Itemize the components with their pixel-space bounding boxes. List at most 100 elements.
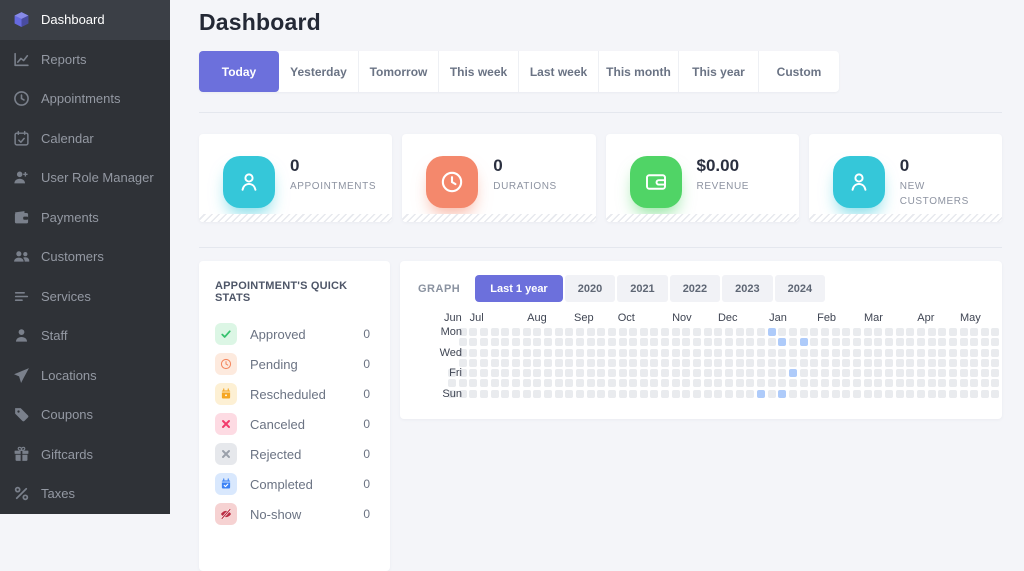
graph-tab-last-1-year[interactable]: Last 1 year (475, 275, 563, 302)
heatmap-cell (874, 369, 883, 378)
heatmap-cell (511, 369, 520, 378)
heatmap-cell (458, 338, 467, 347)
heatmap-cell (980, 328, 989, 336)
graph-tab-2021[interactable]: 2021 (617, 275, 668, 302)
heatmap-cell (682, 369, 691, 378)
heatmap-cell (618, 358, 627, 367)
heatmap-cell (682, 338, 691, 347)
filter-tab-tomorrow[interactable]: Tomorrow (359, 51, 439, 92)
heatmap-cell (842, 379, 851, 388)
graph-tab-2022[interactable]: 2022 (669, 275, 721, 302)
heatmap-cell (927, 369, 936, 378)
heatmap-cell (980, 369, 989, 378)
heatmap-cell (490, 328, 499, 336)
quick-stat-row-completed: Completed 0 (215, 473, 374, 495)
heatmap-cell (884, 369, 893, 378)
heatmap-cell (575, 369, 584, 378)
filter-tab-this-year[interactable]: This year (679, 51, 759, 92)
heatmap-cell (820, 358, 829, 367)
heatmap-cell (565, 358, 574, 367)
heatmap-cell (938, 348, 947, 357)
heatmap-cell (725, 369, 734, 378)
heatmap-cell (618, 328, 627, 336)
heatmap-cell (789, 338, 797, 347)
stat-card-text: 0 APPOINTMENTS (290, 156, 376, 194)
heatmap-cell (479, 358, 488, 367)
graph-tab-2020[interactable]: 2020 (564, 275, 616, 302)
graph-year-tabs: Last 1 year 2020 2021 2022 2023 2024 (475, 275, 826, 302)
graph-tab-2024[interactable]: 2024 (774, 275, 826, 302)
graph-tab-2023[interactable]: 2023 (722, 275, 773, 302)
sidebar-item-calendar[interactable]: Calendar (0, 119, 170, 159)
heatmap-cell (703, 348, 712, 357)
heatmap-cell (874, 379, 883, 388)
heatmap-cell (714, 338, 723, 347)
heatmap-cell (852, 369, 861, 378)
heatmap-cell (618, 389, 627, 398)
sidebar-item-customers[interactable]: Customers (0, 237, 170, 277)
sidebar-item-staff[interactable]: Staff (0, 316, 170, 356)
heatmap-cell (906, 389, 915, 398)
wallet-icon (13, 209, 30, 226)
heatmap-cell (522, 379, 531, 388)
person-icon (13, 327, 30, 344)
sidebar-item-taxes[interactable]: Taxes (0, 474, 170, 514)
heatmap-cell (661, 379, 670, 388)
heatmap-cell (820, 348, 829, 357)
user-outline-icon (223, 156, 275, 208)
graph-label: GRAPH (418, 282, 461, 295)
heatmap-cell (725, 389, 734, 398)
heatmap-cell (543, 389, 552, 398)
heatmap-month-label: Dec (717, 312, 738, 324)
quick-stat-label: No-show (250, 506, 302, 522)
gift-icon (13, 446, 30, 463)
heatmap-cell (725, 358, 734, 367)
heatmap-cell (842, 328, 851, 336)
heatmap-cell (959, 379, 968, 388)
filter-tab-custom[interactable]: Custom (759, 51, 839, 92)
date-filter-tabs: Today Yesterday Tomorrow This week Last week… (199, 51, 839, 92)
sidebar-item-reports[interactable]: Reports (0, 40, 170, 80)
heatmap-cell (991, 348, 1000, 357)
sidebar-item-appointments[interactable]: Appointments (0, 79, 170, 119)
sidebar-item-dashboard[interactable]: Dashboard (0, 0, 170, 40)
sidebar-item-giftcards[interactable]: Giftcards (0, 435, 170, 475)
sidebar-item-coupons[interactable]: Coupons (0, 395, 170, 435)
heatmap-cell (767, 358, 776, 367)
sidebar-item-payments[interactable]: Payments (0, 198, 170, 238)
filter-tab-today[interactable]: Today (199, 51, 279, 92)
filter-tab-last-week[interactable]: Last week (519, 51, 599, 92)
user-outline-icon (832, 156, 885, 208)
heatmap-cell (533, 369, 542, 378)
heatmap-cell (778, 358, 787, 367)
heatmap-cell (565, 389, 574, 398)
heatmap-cell (842, 389, 851, 398)
quick-stat-row-no-show: No-show 0 (215, 503, 374, 525)
heatmap-cell (639, 328, 648, 336)
sidebar-item-services[interactable]: Services (0, 277, 170, 317)
heatmap-cell (575, 358, 584, 367)
heatmap-cell (959, 338, 968, 347)
heatmap-cell (703, 369, 712, 378)
sidebar-item-user-role-manager[interactable]: User Role Manager (0, 158, 170, 198)
heatmap-month-label: Oct (617, 312, 635, 324)
heatmap-cell (543, 348, 552, 357)
sidebar-item-locations[interactable]: Locations (0, 356, 170, 396)
heatmap-cell (735, 358, 744, 367)
calendar-check-icon (215, 473, 237, 495)
heatmap-cell (682, 358, 691, 367)
heatmap-cell (714, 369, 723, 378)
filter-tab-this-month[interactable]: This month (599, 51, 679, 92)
heatmap-cell (735, 328, 744, 336)
heatmap-cell (522, 348, 531, 357)
heatmap-cell (554, 348, 563, 357)
filter-tab-yesterday[interactable]: Yesterday (279, 51, 359, 92)
heatmap-cell (533, 328, 542, 336)
heatmap-cell (682, 328, 691, 336)
heatmap-cell (671, 348, 680, 357)
heatmap-cell (991, 328, 1000, 336)
heatmap-cell (607, 369, 616, 378)
filter-tab-this-week[interactable]: This week (439, 51, 519, 92)
heatmap-cell (565, 328, 574, 336)
heatmap-cell (799, 389, 808, 398)
